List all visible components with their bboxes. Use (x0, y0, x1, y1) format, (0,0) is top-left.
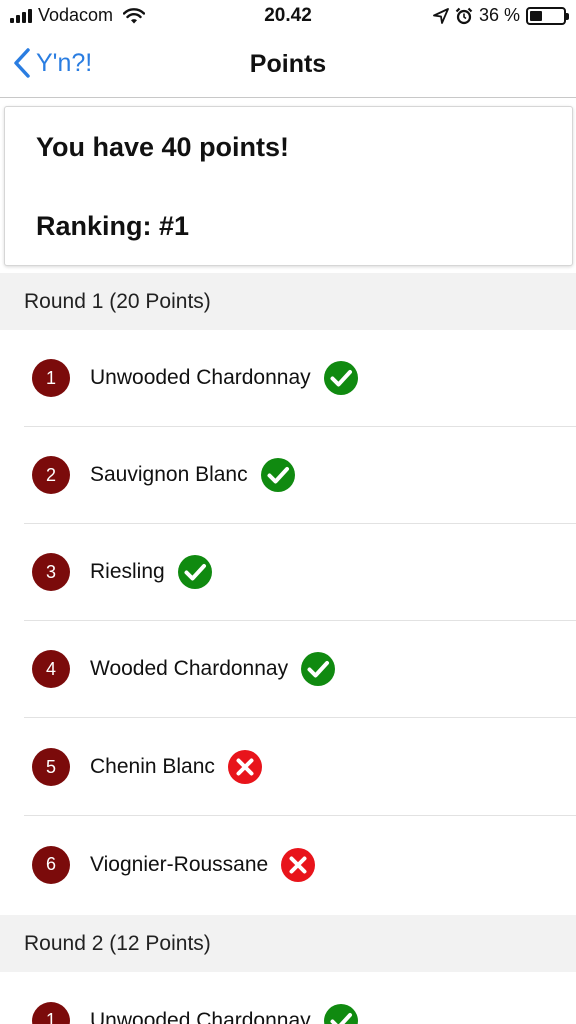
wine-name: Chenin Blanc (90, 755, 215, 778)
ranking: Ranking: #1 (36, 211, 190, 241)
alarm-icon (455, 7, 473, 24)
wine-name: Viognier-Roussane (90, 852, 269, 876)
check-icon (177, 555, 212, 589)
wine-number-badge: 1 (32, 1001, 70, 1024)
round-2-header: Round 2 (12 Points) (0, 915, 576, 972)
battery-percentage: 36 % (478, 5, 520, 25)
wine-number-badge: 5 (32, 748, 70, 786)
round-1-header: Round 1 (20 Points) (0, 273, 576, 330)
list-item[interactable]: 1 Unwooded Chardonnay (24, 330, 576, 427)
list-item[interactable]: 2 Sauvignon Blanc (24, 427, 576, 524)
points-total: You have 40 points! (36, 132, 290, 162)
status-right: 36 % (433, 5, 569, 26)
wine-name: Wooded Chardonnay (90, 657, 289, 680)
wine-name: Riesling (90, 560, 165, 583)
list-item[interactable]: 6 Viognier-Roussane (24, 816, 576, 913)
cross-icon (227, 750, 262, 784)
navigation-bar: Y'n?! Points (0, 32, 576, 98)
wine-number-badge: 3 (32, 553, 70, 591)
check-icon (301, 652, 336, 686)
battery-level (530, 10, 542, 21)
location-icon (433, 7, 449, 24)
check-icon (323, 1003, 358, 1024)
page-title: Points (249, 50, 327, 78)
wine-number-badge: 4 (32, 650, 70, 688)
wine-name: Sauvignon Blanc (90, 463, 248, 486)
list-item[interactable]: 1 Unwooded Chardonnay (24, 972, 576, 1024)
wine-number-badge: 6 (32, 845, 70, 884)
cross-icon (281, 847, 316, 882)
wine-name: Unwooded Chardonnay (90, 366, 311, 389)
check-icon (323, 361, 358, 395)
points-summary-card: You have 40 points! Ranking: #1 (4, 106, 573, 266)
status-bar: Vodacom 20.42 36 % (0, 0, 576, 32)
check-icon (260, 458, 295, 492)
wine-name: Unwooded Chardonnay (90, 1008, 311, 1024)
list-item[interactable]: 3 Riesling (24, 524, 576, 621)
list-item[interactable]: 5 Chenin Blanc (24, 719, 576, 816)
wine-number-badge: 2 (32, 456, 70, 494)
wine-number-badge: 1 (32, 359, 70, 397)
battery-icon (526, 6, 569, 25)
list-item[interactable]: 4 Wooded Chardonnay (24, 621, 576, 718)
